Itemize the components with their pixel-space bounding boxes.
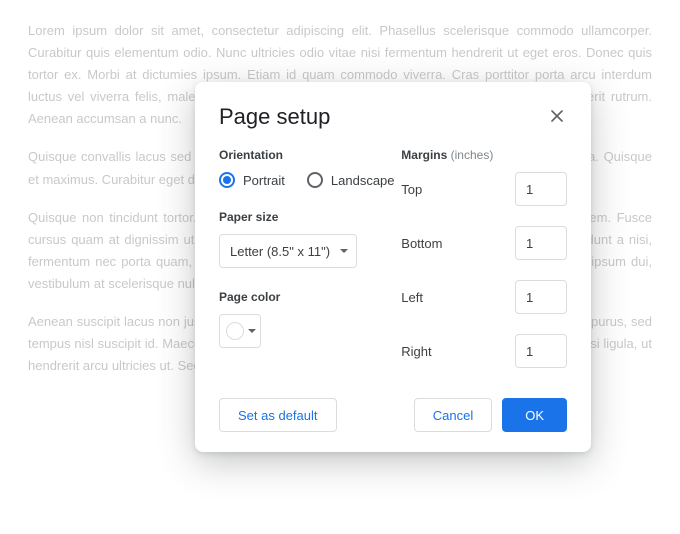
- margin-left-input[interactable]: [515, 280, 567, 314]
- dialog-title: Page setup: [219, 104, 330, 130]
- chevron-down-icon: [340, 249, 348, 253]
- cancel-button[interactable]: Cancel: [414, 398, 492, 432]
- margin-bottom-label: Bottom: [401, 236, 442, 251]
- page-color-select[interactable]: [219, 314, 261, 348]
- margin-right-input[interactable]: [515, 334, 567, 368]
- close-icon[interactable]: [547, 106, 567, 126]
- radio-icon: [307, 172, 323, 188]
- orientation-portrait-radio[interactable]: Portrait: [219, 172, 285, 188]
- margin-top-label: Top: [401, 182, 422, 197]
- chevron-down-icon: [248, 329, 256, 333]
- paper-size-select[interactable]: Letter (8.5" x 11"): [219, 234, 357, 268]
- paper-size-label: Paper size: [219, 210, 401, 224]
- margins-label: Margins (inches): [401, 148, 567, 162]
- page-color-label: Page color: [219, 290, 401, 304]
- color-swatch: [226, 322, 244, 340]
- ok-button[interactable]: OK: [502, 398, 567, 432]
- page-setup-dialog: Page setup Orientation Portrait Landscap…: [195, 82, 591, 452]
- margins-units: (inches): [451, 148, 494, 162]
- radio-icon: [219, 172, 235, 188]
- radio-label: Portrait: [243, 173, 285, 188]
- orientation-label: Orientation: [219, 148, 401, 162]
- margin-right-label: Right: [401, 344, 431, 359]
- margin-left-label: Left: [401, 290, 423, 305]
- paper-size-value: Letter (8.5" x 11"): [230, 244, 330, 259]
- orientation-landscape-radio[interactable]: Landscape: [307, 172, 395, 188]
- margin-top-input[interactable]: [515, 172, 567, 206]
- radio-label: Landscape: [331, 173, 395, 188]
- set-as-default-button[interactable]: Set as default: [219, 398, 337, 432]
- margin-bottom-input[interactable]: [515, 226, 567, 260]
